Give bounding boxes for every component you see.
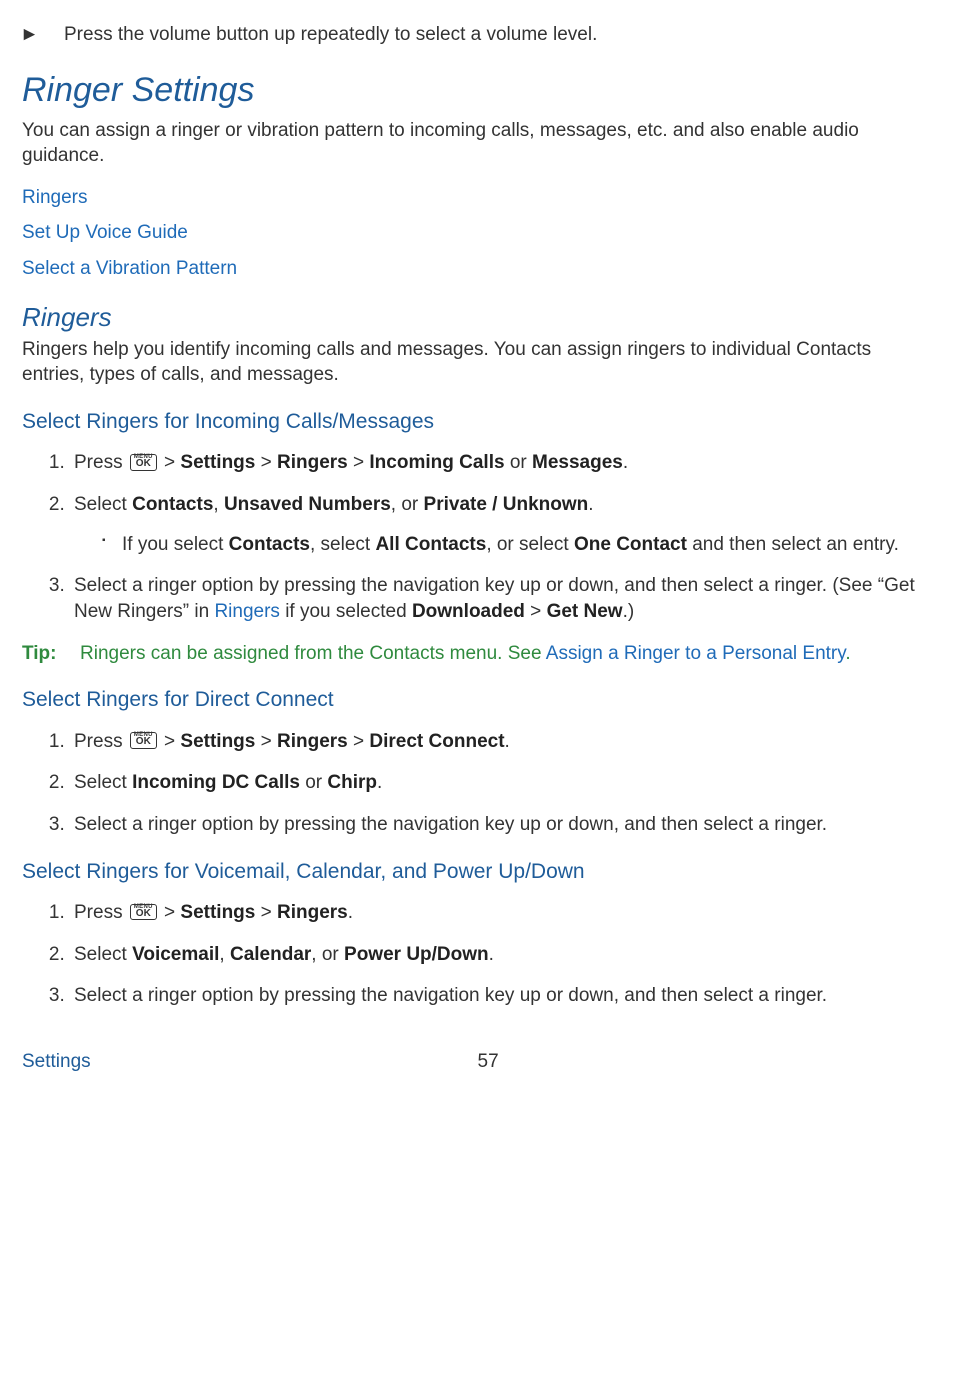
text: Press (74, 902, 128, 923)
heading-select-voicemail: Select Ringers for Voicemail, Calendar, … (22, 858, 933, 886)
text: > (159, 902, 181, 923)
list-item: Press MENUOK > Settings > Ringers > Dire… (70, 729, 933, 755)
text: > (525, 601, 547, 622)
text: . (623, 452, 628, 473)
bold: Messages (532, 452, 623, 473)
bold: All Contacts (375, 534, 486, 555)
text: , (213, 494, 224, 515)
text: or (505, 452, 532, 473)
triangle-icon: ► (42, 22, 56, 48)
text: . (348, 902, 353, 923)
footer: Settings 57 (22, 1049, 933, 1075)
link-assign-ringer[interactable]: Assign a Ringer to a Personal Entry (546, 643, 846, 664)
text: > (255, 902, 277, 923)
text: > (348, 452, 370, 473)
list-item: Select Incoming DC Calls or Chirp. (70, 770, 933, 796)
text: and then select an entry. (687, 534, 899, 555)
text: , or (311, 944, 344, 965)
bold: One Contact (574, 534, 687, 555)
link-vibration[interactable]: Select a Vibration Pattern (22, 256, 933, 282)
text: .) (623, 601, 635, 622)
footer-section: Settings (22, 1049, 478, 1075)
text: Press (74, 452, 128, 473)
list-item: Press MENUOK > Settings > Ringers > Inco… (70, 450, 933, 476)
bold: Incoming Calls (369, 452, 504, 473)
tip-body: Ringers can be assigned from the Contact… (80, 641, 851, 667)
ringers-desc: Ringers help you identify incoming calls… (22, 337, 933, 388)
bold: Settings (180, 731, 255, 752)
ringer-settings-desc: You can assign a ringer or vibration pat… (22, 118, 933, 169)
bold: Calendar (230, 944, 311, 965)
text: or (300, 772, 327, 793)
text: > (255, 452, 277, 473)
list-voicemail-steps: Press MENUOK > Settings > Ringers. Selec… (22, 900, 933, 1009)
text: if you selected (280, 601, 412, 622)
text: . (505, 731, 510, 752)
text: , (219, 944, 230, 965)
list-item: Select Voicemail, Calendar, or Power Up/… (70, 942, 933, 968)
text: . (845, 643, 850, 664)
menu-ok-key-icon: MENUOK (130, 904, 157, 921)
bold: Direct Connect (369, 731, 504, 752)
tip-label: Tip: (22, 641, 80, 667)
text: > (159, 452, 181, 473)
text: . (588, 494, 593, 515)
text: > (159, 731, 181, 752)
bold: Ringers (277, 452, 348, 473)
list-item: Select Contacts, Unsaved Numbers, or Pri… (70, 492, 933, 557)
heading-select-incoming: Select Ringers for Incoming Calls/Messag… (22, 408, 933, 436)
bold: Chirp (327, 772, 377, 793)
list-item: Select a ringer option by pressing the n… (70, 573, 933, 624)
list-item: If you select Contacts, select All Conta… (102, 532, 933, 558)
bold: Voicemail (132, 944, 219, 965)
text: > (348, 731, 370, 752)
text: Select (74, 772, 132, 793)
link-voice-guide[interactable]: Set Up Voice Guide (22, 220, 933, 246)
bold: Settings (180, 452, 255, 473)
tip-block: Tip: Ringers can be assigned from the Co… (22, 641, 933, 667)
text: Select (74, 944, 132, 965)
bold: Downloaded (412, 601, 525, 622)
text: Select (74, 494, 132, 515)
text: > (255, 731, 277, 752)
text: . (489, 944, 494, 965)
bold: Private / Unknown (424, 494, 589, 515)
bold: Ringers (277, 731, 348, 752)
bold: Unsaved Numbers (224, 494, 391, 515)
heading-select-dc: Select Ringers for Direct Connect (22, 686, 933, 714)
text: If you select (122, 534, 229, 555)
bold: Settings (180, 902, 255, 923)
link-ringers[interactable]: Ringers (22, 185, 933, 211)
top-instruction: ► Press the volume button up repeatedly t… (22, 22, 933, 48)
link-ringers-inline[interactable]: Ringers (214, 601, 279, 622)
list-item: Select a ringer option by pressing the n… (70, 983, 933, 1009)
list-incoming-steps: Press MENUOK > Settings > Ringers > Inco… (22, 450, 933, 624)
footer-page: 57 (478, 1049, 499, 1075)
text: , or select (486, 534, 574, 555)
top-instruction-text: Press the volume button up repeatedly to… (64, 24, 597, 45)
list-item: Select a ringer option by pressing the n… (70, 812, 933, 838)
bold: Get New (547, 601, 623, 622)
menu-ok-key-icon: MENUOK (130, 732, 157, 749)
heading-ringer-settings: Ringer Settings (22, 68, 933, 114)
sub-list: If you select Contacts, select All Conta… (74, 532, 933, 558)
text: , or (391, 494, 424, 515)
text: Ringers can be assigned from the Contact… (80, 643, 546, 664)
text: , select (310, 534, 375, 555)
bold: Contacts (229, 534, 310, 555)
list-item: Press MENUOK > Settings > Ringers. (70, 900, 933, 926)
bold: Ringers (277, 902, 348, 923)
bold: Incoming DC Calls (132, 772, 300, 793)
menu-ok-key-icon: MENUOK (130, 454, 157, 471)
heading-ringers: Ringers (22, 300, 933, 335)
text: . (377, 772, 382, 793)
text: Press (74, 731, 128, 752)
bold: Power Up/Down (344, 944, 489, 965)
list-dc-steps: Press MENUOK > Settings > Ringers > Dire… (22, 729, 933, 838)
bold: Contacts (132, 494, 213, 515)
